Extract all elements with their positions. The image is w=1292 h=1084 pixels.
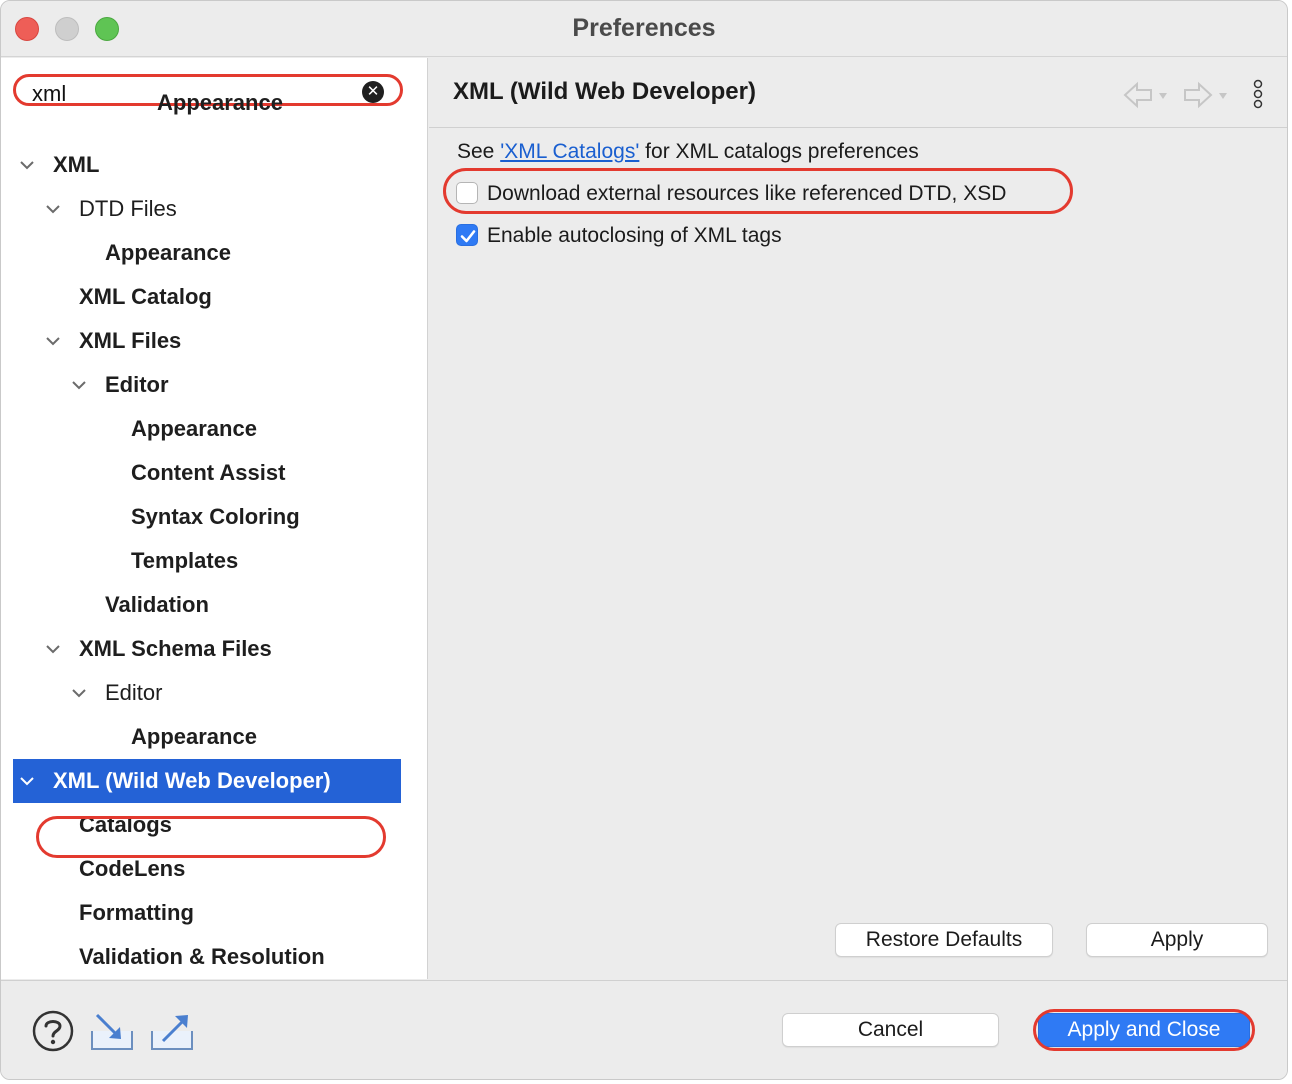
tree-item[interactable]: Templates	[1, 539, 427, 583]
tree-item-label: XML	[53, 152, 100, 177]
header-divider	[429, 127, 1287, 128]
tree-item-label: Content Assist	[131, 460, 286, 485]
tree-item[interactable]: XML Catalog	[1, 275, 427, 319]
tree-item-label: Catalogs	[79, 812, 172, 837]
catalogs-note-prefix: See	[457, 140, 501, 163]
tree-item-label: CodeLens	[79, 856, 186, 881]
checkmark-icon	[460, 230, 476, 243]
tree-item[interactable]: XML Files	[1, 319, 427, 363]
tree-item-label: Validation	[105, 592, 209, 617]
tree-item[interactable]: Editor	[1, 671, 427, 715]
tree-item[interactable]: Appearance	[1, 715, 427, 759]
preference-tree-pane: xml ✕ Appearance XML DTD Files Appearance XM…	[1, 58, 428, 979]
tree-item[interactable]: Validation & Resolution	[1, 935, 427, 979]
tree-item[interactable]: XML	[1, 143, 427, 187]
download-external-resources-checkbox[interactable]	[456, 182, 478, 204]
chevron-down-icon[interactable]	[45, 201, 61, 217]
tree-item-label: DTD Files	[79, 196, 177, 221]
tree-item[interactable]: DTD Files	[1, 187, 427, 231]
back-dropdown-chevron-icon[interactable]	[1159, 93, 1167, 99]
chevron-down-icon[interactable]	[19, 773, 35, 789]
apply-button[interactable]: Apply	[1086, 923, 1268, 957]
tree-item-label: XML Schema Files	[79, 636, 272, 661]
enable-autoclosing-label[interactable]: Enable autoclosing of XML tags	[487, 224, 782, 248]
tree-item-label: Templates	[131, 548, 239, 573]
tree-item-label: Syntax Coloring	[131, 504, 300, 529]
apply-and-close-button[interactable]: Apply and Close	[1038, 1013, 1250, 1047]
chevron-down-icon[interactable]	[45, 333, 61, 349]
catalogs-note-suffix: for XML catalogs preferences	[639, 140, 919, 163]
preference-page-pane: XML (Wild Web Developer) See 'XML Catalo…	[429, 58, 1287, 979]
import-icon[interactable]	[89, 1011, 135, 1053]
chevron-down-icon[interactable]	[71, 377, 87, 393]
tree-item[interactable]: CodeLens	[1, 847, 427, 891]
forward-dropdown-chevron-icon[interactable]	[1219, 93, 1227, 99]
tree-item[interactable]: Appearance	[1, 81, 427, 117]
tree-item[interactable]: Formatting	[1, 891, 427, 935]
tree-item[interactable]: XML Schema Files	[1, 627, 427, 671]
tree-item[interactable]: Appearance	[1, 231, 427, 275]
tree-item-label: Appearance	[157, 90, 283, 115]
xml-catalogs-link[interactable]: 'XML Catalogs'	[500, 140, 639, 163]
dialog-footer: Cancel Apply and Close	[1, 980, 1287, 1079]
preferences-window: Preferences xml ✕ Appearance XML DTD Files…	[0, 0, 1288, 1080]
tree-item-label: Appearance	[105, 240, 231, 265]
chevron-down-icon[interactable]	[45, 641, 61, 657]
export-icon[interactable]	[149, 1011, 195, 1053]
tree-item[interactable]: Syntax Coloring	[1, 495, 427, 539]
tree-item-label: Appearance	[131, 724, 257, 749]
tree-item[interactable]: Content Assist	[1, 451, 427, 495]
tree-item-label: XML Catalog	[79, 284, 212, 309]
tree-item-label: Editor	[105, 372, 169, 397]
forward-arrow-icon[interactable]	[1184, 81, 1213, 109]
tree-item-label: XML (Wild Web Developer)	[53, 768, 331, 793]
cancel-button[interactable]: Cancel	[782, 1013, 999, 1047]
more-options-icon[interactable]	[1253, 79, 1263, 109]
chevron-down-icon[interactable]	[19, 157, 35, 173]
tree-item-label: XML Files	[79, 328, 182, 353]
tree-item[interactable]: Editor	[1, 363, 427, 407]
tree-item[interactable]: Catalogs	[1, 803, 427, 847]
page-title: XML (Wild Web Developer)	[453, 78, 756, 105]
help-icon[interactable]	[31, 1009, 75, 1053]
tree-item[interactable]: Appearance	[1, 407, 427, 451]
window-title: Preferences	[572, 14, 716, 42]
tree-item-label: Formatting	[79, 900, 194, 925]
tree-item[interactable]: Validation	[1, 583, 427, 627]
tree-item-label: Editor	[105, 680, 163, 705]
download-external-resources-label[interactable]: Download external resources like referen…	[487, 182, 1006, 206]
page-navigation	[1123, 79, 1263, 109]
catalogs-note: See 'XML Catalogs' for XML catalogs pref…	[457, 140, 919, 164]
tree-item-label: Validation & Resolution	[79, 944, 325, 969]
tree-item-label: Appearance	[131, 416, 257, 441]
chevron-down-icon[interactable]	[71, 685, 87, 701]
enable-autoclosing-checkbox[interactable]	[456, 224, 478, 246]
background-window-edge	[1288, 0, 1292, 1084]
title-bar: Preferences	[1, 1, 1287, 57]
restore-defaults-button[interactable]: Restore Defaults	[835, 923, 1053, 957]
back-arrow-icon[interactable]	[1123, 81, 1152, 109]
tree-item-selected[interactable]: XML (Wild Web Developer)	[13, 759, 401, 803]
